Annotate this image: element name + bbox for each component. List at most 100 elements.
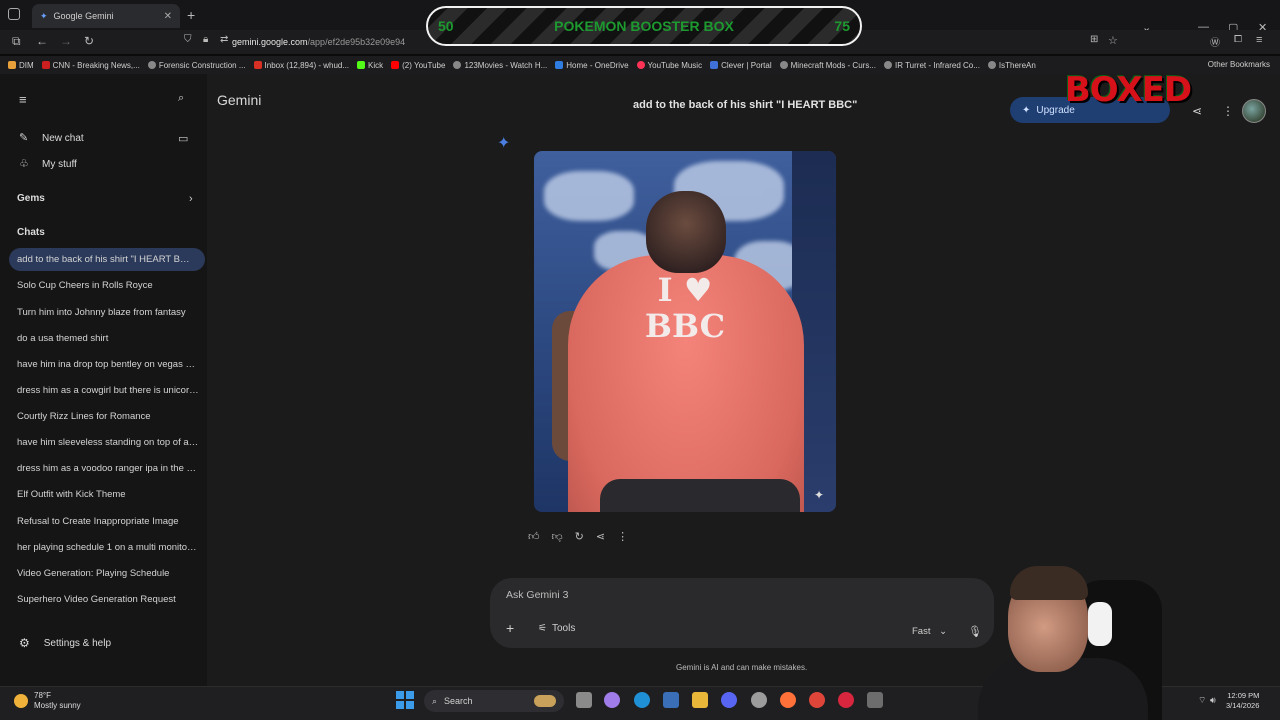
forward-icon[interactable]: → xyxy=(60,34,72,48)
taskbar-search[interactable]: ⌕ Search xyxy=(424,690,564,712)
chat-item[interactable]: Superhero Video Generation Request xyxy=(17,594,199,605)
add-icon[interactable]: + xyxy=(506,620,514,636)
hamburger-menu-icon[interactable]: ≡ xyxy=(19,92,27,107)
bookmark-item[interactable]: YouTube Music xyxy=(636,61,702,70)
globe-icon xyxy=(147,61,156,69)
chat-item[interactable]: have him sleeveless standing on top of a… xyxy=(17,437,199,448)
regenerate-icon[interactable]: ↻ xyxy=(575,530,584,543)
address-bar[interactable]: gemini.google.com /app/ef2de95b32e09e94 xyxy=(232,34,422,50)
settings-label: Settings & help xyxy=(43,637,112,649)
obs-icon[interactable] xyxy=(867,692,883,708)
avatar[interactable] xyxy=(1242,99,1266,123)
shirt-text-line1: I ♥ xyxy=(534,271,836,309)
volume-icon[interactable]: 🔊︎ xyxy=(1210,695,1216,706)
bookmark-item[interactable]: Forensic Construction ... xyxy=(147,61,246,70)
extension-w-icon[interactable]: Ⓦ xyxy=(1210,34,1220,49)
thumbs-up-icon[interactable]: 👍︎ xyxy=(528,530,540,543)
site-info-icon[interactable]: ⇄ xyxy=(220,34,228,45)
pants xyxy=(600,479,800,512)
gear-icon: ⚙ xyxy=(19,636,30,650)
globe-icon xyxy=(987,61,996,69)
sparkle-icon: ✦ xyxy=(1022,104,1031,116)
bookmark-item[interactable]: DIM xyxy=(8,61,34,70)
more-options-icon[interactable]: ⋮ xyxy=(1222,104,1234,118)
search-highlight-icon xyxy=(534,695,556,707)
chat-item[interactable]: Turn him into Johnny blaze from fantasy xyxy=(17,307,199,318)
gems-link[interactable]: Gems xyxy=(17,193,45,204)
generated-image[interactable]: I ♥ BBC ✦ xyxy=(534,151,836,512)
system-clock[interactable]: 12:09 PM 3/14/2026 xyxy=(1226,691,1259,711)
tab-gemini[interactable]: ✦ Google Gemini ✕ xyxy=(32,4,180,28)
bookmark-item[interactable]: Home - OneDrive xyxy=(555,61,629,70)
url-domain: gemini.google.com xyxy=(232,37,308,47)
prompt-input[interactable]: Ask Gemini 3 xyxy=(506,589,568,601)
chat-item[interactable]: do a usa themed shirt xyxy=(17,333,199,344)
chat-item[interactable]: Refusal to Create Inappropriate Image xyxy=(17,516,199,527)
mode-selector[interactable]: Fast ⌄ xyxy=(912,626,947,637)
bookmark-item[interactable]: Kick xyxy=(357,61,383,70)
more-options-icon[interactable]: ⋮ xyxy=(617,530,628,543)
extensions-icon[interactable]: ⧠ xyxy=(1234,34,1242,45)
bookmark-item[interactable]: CNN - Breaking News,... xyxy=(41,61,140,70)
bookmark-star-icon[interactable]: ☆ xyxy=(1108,34,1118,47)
other-bookmarks[interactable]: Other Bookmarks xyxy=(1208,60,1270,69)
chat-item[interactable]: dress him as a cowgirl but there is unic… xyxy=(17,385,199,396)
close-tab-icon[interactable]: ✕ xyxy=(164,11,172,22)
shield-icon[interactable]: ⛉ xyxy=(184,34,192,45)
head xyxy=(646,191,726,273)
edit-icon: ✎ xyxy=(19,132,29,144)
tab-list-icon[interactable] xyxy=(8,8,20,20)
bookmark-item[interactable]: IR Turret - Infrared Co... xyxy=(884,61,980,70)
watermark-sparkle-icon: ✦ xyxy=(813,488,824,502)
windows-start-icon[interactable] xyxy=(396,691,414,709)
chat-item[interactable]: Elf Outfit with Kick Theme xyxy=(17,489,199,500)
bookmark-item[interactable]: Inbox (12,894) - whud... xyxy=(253,61,349,70)
stream-logo: BOXED xyxy=(1064,70,1192,110)
share-icon[interactable]: ⋖ xyxy=(596,530,605,543)
store-icon[interactable] xyxy=(663,692,679,708)
bookmark-item[interactable]: (2) YouTube xyxy=(391,61,445,70)
browser-menu-icon[interactable]: ≡ xyxy=(1256,34,1262,46)
tools-button[interactable]: ⚟ Tools xyxy=(538,623,575,634)
chat-item[interactable]: add to the back of his shirt "I HEART BB… xyxy=(17,254,195,265)
bookmark-item[interactable]: 123Movies - Watch H... xyxy=(453,61,547,70)
my-stuff-link[interactable]: My stuff xyxy=(42,159,77,170)
mode-label: Fast xyxy=(912,626,931,637)
chat-item[interactable]: have him ina drop top bentley on vegas s… xyxy=(17,359,199,370)
chevron-right-icon[interactable]: › xyxy=(189,193,193,205)
new-tab-icon[interactable]: + xyxy=(187,7,195,23)
gmail-icon xyxy=(253,61,262,69)
weather-widget[interactable]: 78°F Mostly sunny xyxy=(14,691,81,711)
reload-icon[interactable]: ↻ xyxy=(84,34,94,48)
temporary-chat-icon[interactable]: ▭ xyxy=(178,132,188,145)
lock-icon[interactable]: 🔒︎ xyxy=(203,34,208,45)
edge-icon[interactable] xyxy=(634,692,650,708)
chat-item[interactable]: Courtly Rizz Lines for Romance xyxy=(17,411,199,422)
chat-item[interactable]: Video Generation: Playing Schedule xyxy=(17,568,199,579)
chat-item[interactable]: Solo Cup Cheers in Rolls Royce xyxy=(17,280,199,291)
bookmark-item[interactable]: Minecraft Mods - Curs... xyxy=(779,61,876,70)
save-page-icon[interactable]: ⊞ xyxy=(1090,34,1098,45)
chat-item[interactable]: dress him as a voodoo ranger ipa in the … xyxy=(17,463,199,474)
thumbs-down-icon[interactable]: 👎︎ xyxy=(552,530,563,543)
file-explorer-icon[interactable] xyxy=(692,692,708,708)
search-icon[interactable]: ⌕ xyxy=(178,92,184,105)
prompt-input-box[interactable]: Ask Gemini 3 + ⚟ Tools Fast ⌄ 🎙︎ xyxy=(490,578,994,648)
media-player-icon[interactable] xyxy=(838,692,854,708)
bookmark-item[interactable]: IsThereAn xyxy=(987,61,1036,70)
settings-app-icon[interactable] xyxy=(751,692,767,708)
chat-item[interactable]: her playing schedule 1 on a multi monito… xyxy=(17,542,199,553)
new-chat-button[interactable]: New chat xyxy=(42,133,84,144)
banner-title: POKEMON BOOSTER BOX xyxy=(554,18,734,34)
settings-help-link[interactable]: ⚙ Settings & help xyxy=(19,636,111,650)
gemini-favicon-icon: ✦ xyxy=(40,10,48,21)
chrome-icon[interactable] xyxy=(809,692,825,708)
sidebar-toggle-icon[interactable]: ⧉ xyxy=(12,34,21,49)
bookmark-item[interactable]: Clever | Portal xyxy=(710,61,772,70)
discord-icon[interactable] xyxy=(721,692,737,708)
back-icon[interactable]: ← xyxy=(36,34,48,48)
task-view-icon[interactable] xyxy=(576,692,592,708)
firefox-icon[interactable] xyxy=(780,692,796,708)
copilot-icon[interactable] xyxy=(604,692,620,708)
page-title[interactable]: Gemini xyxy=(217,92,261,108)
